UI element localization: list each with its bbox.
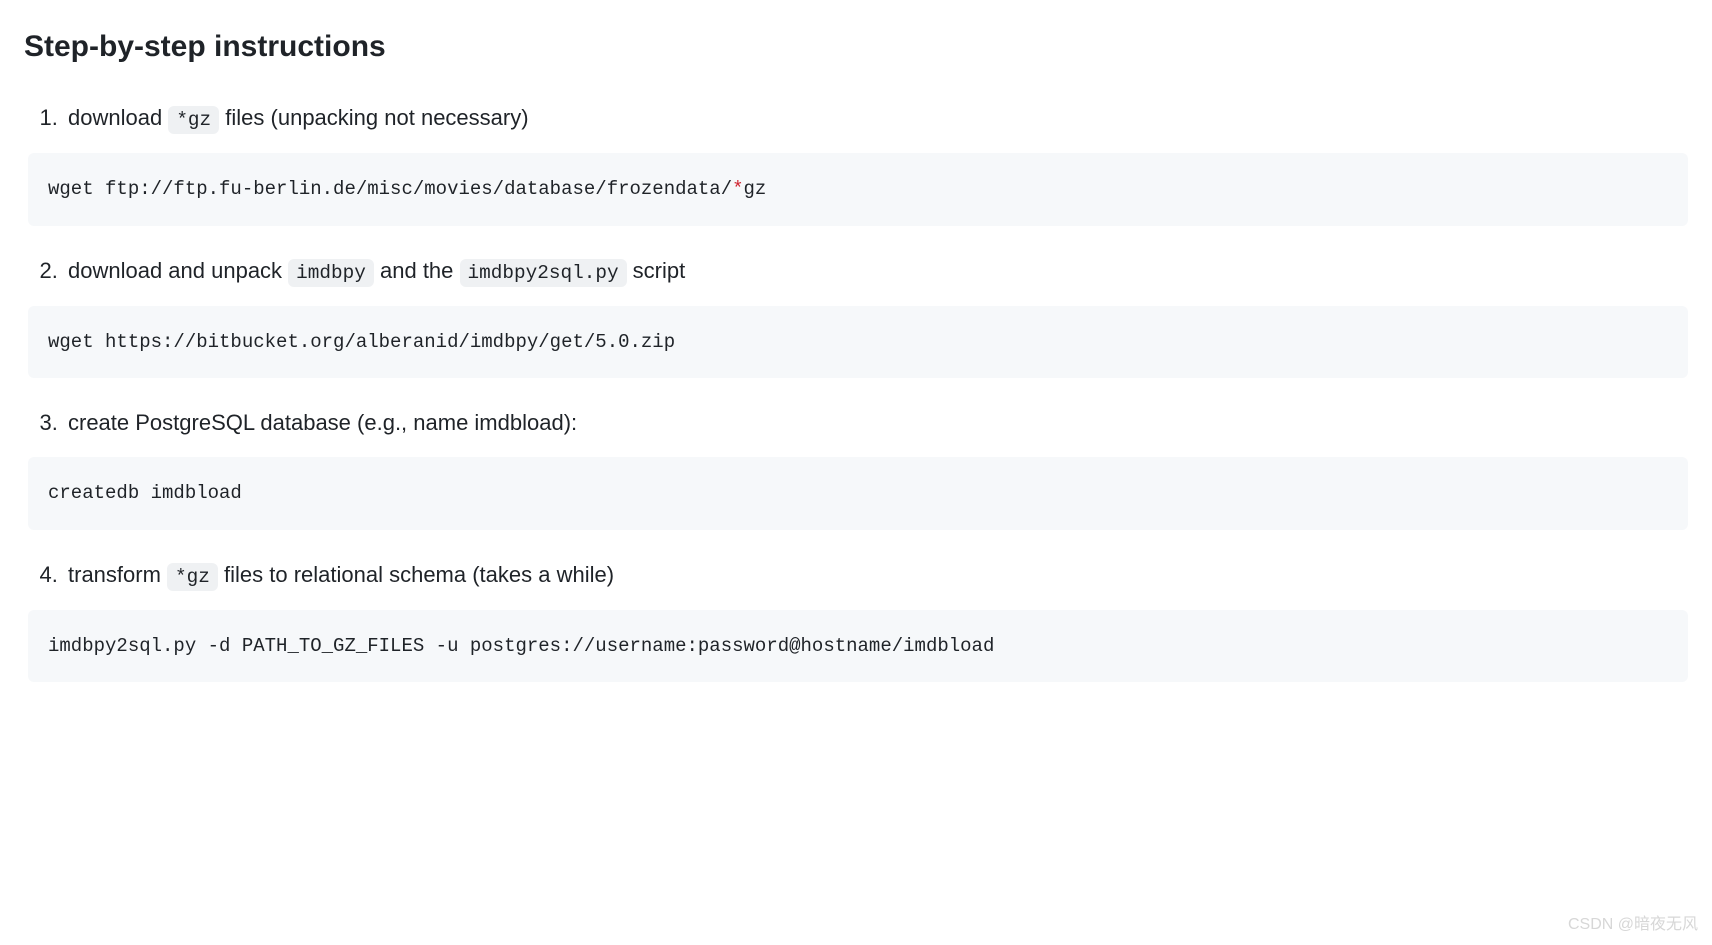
step-item: download *gz files (unpacking not necess…	[64, 101, 1688, 226]
step-text-before: download	[68, 105, 168, 130]
step-text-after: script	[627, 258, 686, 283]
code-text-highlight: *	[732, 178, 743, 200]
step-item: create PostgreSQL database (e.g., name i…	[64, 406, 1688, 530]
inline-code: imdbpy	[288, 259, 374, 287]
watermark-text: CSDN @暗夜无风	[1568, 913, 1698, 937]
steps-list: download *gz files (unpacking not necess…	[24, 101, 1688, 682]
step-text: transform *gz files to relational schema…	[68, 562, 614, 587]
step-text-before: download and unpack	[68, 258, 288, 283]
step-item: download and unpack imdbpy and the imdbp…	[64, 254, 1688, 379]
code-text: imdbpy2sql.py -d PATH_TO_GZ_FILES -u pos…	[48, 635, 994, 657]
section-heading: Step-by-step instructions	[24, 24, 1688, 77]
step-text: download *gz files (unpacking not necess…	[68, 105, 529, 130]
inline-code: *gz	[167, 563, 218, 591]
step-text-mid: and the	[374, 258, 460, 283]
step-text-before: transform	[68, 562, 167, 587]
step-text-mid: files to relational schema (takes a whil…	[218, 562, 614, 587]
step-text-before: create PostgreSQL database (e.g., name i…	[68, 410, 577, 435]
step-item: transform *gz files to relational schema…	[64, 558, 1688, 683]
step-text-mid: files (unpacking not necessary)	[219, 105, 528, 130]
step-text: download and unpack imdbpy and the imdbp…	[68, 258, 685, 283]
code-text: createdb imdbload	[48, 482, 242, 504]
code-text: wget ftp://ftp.fu-berlin.de/misc/movies/…	[48, 178, 732, 200]
code-block[interactable]: imdbpy2sql.py -d PATH_TO_GZ_FILES -u pos…	[28, 610, 1688, 683]
inline-code: *gz	[168, 106, 219, 134]
code-text: wget https://bitbucket.org/alberanid/imd…	[48, 331, 675, 353]
code-block[interactable]: wget ftp://ftp.fu-berlin.de/misc/movies/…	[28, 153, 1688, 226]
code-block[interactable]: wget https://bitbucket.org/alberanid/imd…	[28, 306, 1688, 379]
inline-code: imdbpy2sql.py	[460, 259, 627, 287]
step-text: create PostgreSQL database (e.g., name i…	[68, 410, 577, 435]
code-text: gz	[744, 178, 767, 200]
code-block[interactable]: createdb imdbload	[28, 457, 1688, 530]
